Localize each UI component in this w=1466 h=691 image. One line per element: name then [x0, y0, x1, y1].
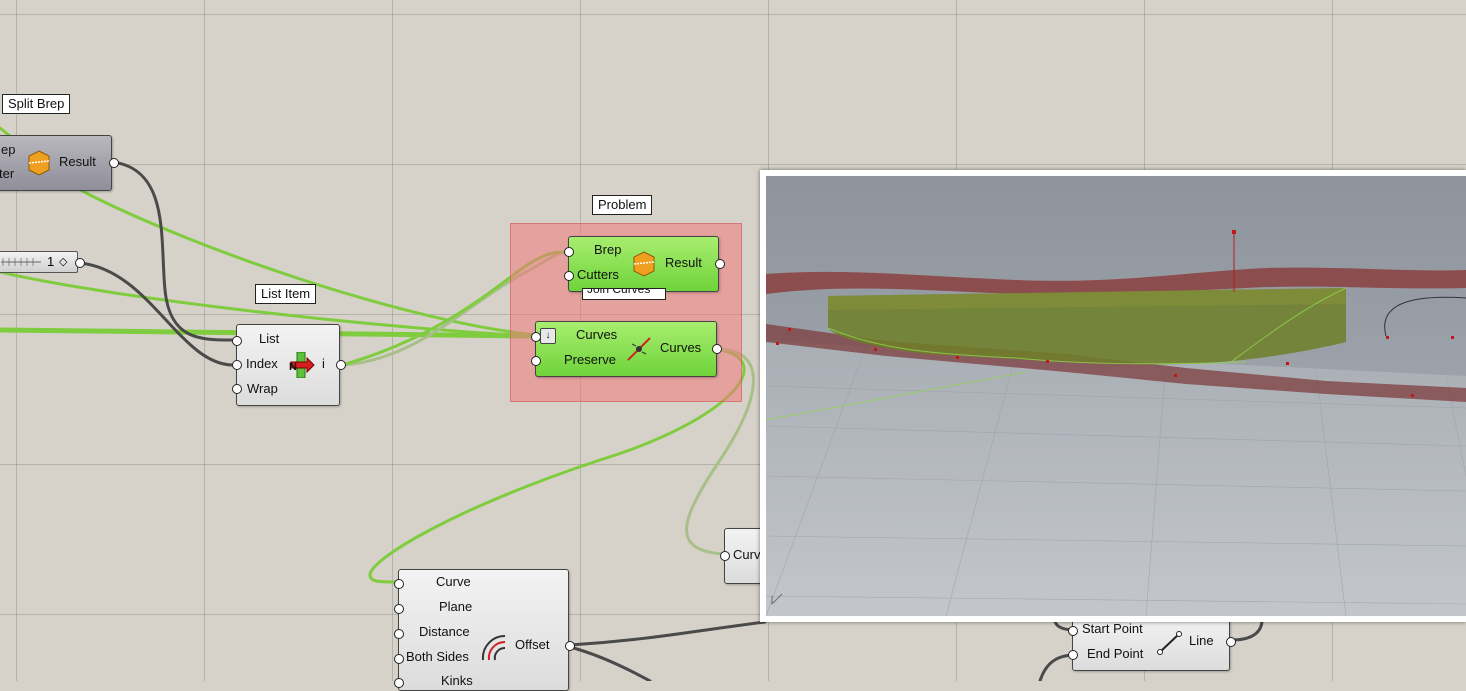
- join-curves-icon: [626, 336, 652, 365]
- input-label-cutters: Cutters: [577, 267, 619, 282]
- wire: [568, 645, 652, 681]
- input-port-list[interactable]: [232, 336, 242, 346]
- input-port-curve[interactable]: [394, 579, 404, 589]
- slider-output-port[interactable]: [75, 258, 85, 268]
- input-port-brep[interactable]: [564, 247, 574, 257]
- output-port-offset[interactable]: [565, 641, 575, 651]
- output-port-i[interactable]: [336, 360, 346, 370]
- input-label-list: List: [259, 331, 280, 346]
- offset-curve-component[interactable]: Curve Plane Distance Both Sides Kinks Of…: [394, 569, 575, 691]
- split-brep-icon: [27, 150, 51, 179]
- tag-list-item: List Item: [255, 284, 317, 304]
- line-icon: [1157, 630, 1183, 659]
- output-label-line: Line: [1189, 633, 1214, 648]
- rhino-viewport-image: [760, 170, 1466, 622]
- output-port-curves[interactable]: [712, 344, 722, 354]
- input-label-cutter: ter: [0, 166, 15, 181]
- output-label-result: Result: [665, 255, 702, 270]
- input-label-index: Index: [246, 356, 278, 371]
- input-port-both-sides[interactable]: [394, 654, 404, 664]
- flatten-icon[interactable]: ↓: [540, 328, 556, 344]
- input-port-wrap[interactable]: [232, 384, 242, 394]
- svg-text:N: N: [289, 361, 297, 373]
- output-label-i: i: [322, 356, 325, 371]
- wire: [111, 160, 235, 342]
- input-port-cutters[interactable]: [564, 271, 574, 281]
- input-label-start-point: Start Point: [1082, 621, 1143, 636]
- viewport-render: [766, 176, 1466, 616]
- input-label-curve: Curve: [436, 574, 471, 589]
- input-port-distance[interactable]: [394, 629, 404, 639]
- number-slider[interactable]: 1 ◇: [0, 251, 85, 273]
- split-brep-component[interactable]: ep ter Result: [0, 135, 119, 191]
- input-label-curves: Curves: [576, 327, 618, 342]
- input-port-curve[interactable]: [720, 551, 730, 561]
- input-label-brep: ep: [1, 142, 16, 157]
- split-brep-icon: [632, 251, 656, 280]
- output-port-result[interactable]: [715, 259, 725, 269]
- tag-problem: Problem: [592, 195, 653, 215]
- slider-ticks: [1, 258, 41, 266]
- input-port-end-point[interactable]: [1068, 650, 1078, 660]
- line-component[interactable]: Start Point End Point Line: [1068, 615, 1236, 671]
- tag-split-brep: Split Brep: [2, 94, 71, 114]
- input-label-plane: Plane: [439, 599, 473, 614]
- output-label-result: Result: [59, 154, 96, 169]
- input-label-both-sides: Both Sides: [406, 649, 469, 664]
- slider-grip-icon[interactable]: ◇: [59, 254, 67, 270]
- list-item-component[interactable]: List Index Wrap N i: [232, 324, 346, 406]
- input-port-preserve[interactable]: [531, 356, 541, 366]
- input-port-kinks[interactable]: [394, 678, 404, 688]
- output-label-curves: Curves: [660, 340, 702, 355]
- input-port-start-point[interactable]: [1068, 626, 1078, 636]
- wire: [568, 620, 767, 647]
- input-label-curv: Curv: [733, 547, 761, 562]
- split-brep-problem-component[interactable]: Brep Cutters Result: [564, 236, 725, 292]
- input-label-kinks: Kinks: [441, 673, 473, 688]
- input-label-distance: Distance: [419, 624, 470, 639]
- input-port-plane[interactable]: [394, 604, 404, 614]
- tag-join-curves-hidden: Join Curves: [582, 288, 666, 300]
- input-label-brep: Brep: [594, 242, 622, 257]
- input-label-preserve: Preserve: [564, 352, 617, 367]
- output-port-line[interactable]: [1226, 637, 1236, 647]
- wire: [1230, 618, 1264, 642]
- wire: [78, 261, 235, 367]
- input-port-index[interactable]: [232, 360, 242, 370]
- list-item-icon: N: [289, 351, 315, 381]
- input-label-wrap: Wrap: [247, 381, 278, 396]
- offset-curve-icon: [479, 630, 511, 665]
- output-label-offset: Offset: [515, 637, 550, 652]
- slider-value: 1: [47, 254, 55, 269]
- join-curves-component[interactable]: ↓ Curves Preserve Curves: [531, 321, 722, 377]
- output-port-result[interactable]: [109, 158, 119, 168]
- input-label-end-point: End Point: [1087, 646, 1144, 661]
